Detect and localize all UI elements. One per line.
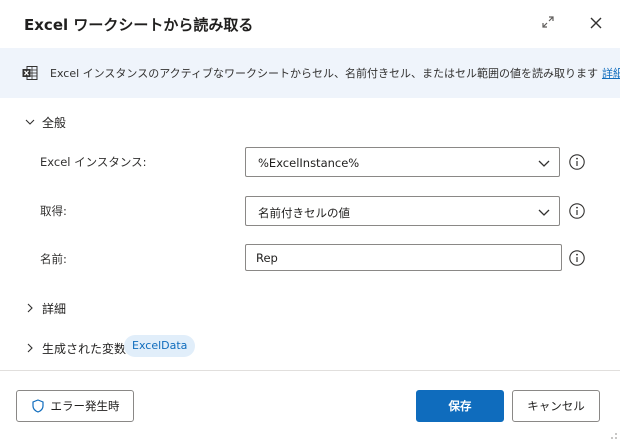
on-error-label: エラー発生時 bbox=[50, 399, 120, 413]
info-circle-icon[interactable] bbox=[568, 202, 586, 220]
info-circle-icon[interactable] bbox=[568, 153, 586, 171]
retrieve-select[interactable]: 名前付きセルの値 bbox=[245, 196, 560, 226]
excel-instance-label: Excel インスタンス: bbox=[40, 155, 147, 169]
expand-icon[interactable] bbox=[540, 14, 556, 30]
section-general-label: 全般 bbox=[42, 116, 67, 130]
section-variables-toggle[interactable]: 生成された変数 bbox=[24, 340, 126, 357]
dialog: Excel ワークシートから読み取る Excel インスタンスのアクティブなワー… bbox=[0, 0, 620, 442]
chevron-down-icon bbox=[538, 209, 550, 216]
name-label: 名前: bbox=[40, 252, 67, 266]
details-link[interactable]: 詳細 bbox=[602, 67, 620, 80]
description: Excel インスタンスのアクティブなワークシートからセル、名前付きセル、または… bbox=[50, 67, 598, 80]
excel-icon bbox=[22, 66, 38, 80]
excel-instance-value: %ExcelInstance% bbox=[258, 156, 360, 170]
shield-icon bbox=[31, 399, 44, 413]
on-error-button[interactable]: エラー発生時 bbox=[16, 390, 134, 422]
save-button[interactable]: 保存 bbox=[416, 390, 504, 422]
chevron-down-icon bbox=[25, 119, 35, 125]
close-icon[interactable] bbox=[587, 14, 605, 32]
info-circle-icon[interactable] bbox=[568, 249, 586, 267]
name-input[interactable] bbox=[245, 244, 562, 271]
chevron-right-icon bbox=[27, 343, 33, 353]
chevron-down-icon bbox=[538, 160, 550, 167]
footer-divider bbox=[0, 370, 620, 371]
variable-badge[interactable]: ExcelData bbox=[124, 335, 196, 357]
resize-grip-icon[interactable] bbox=[606, 428, 618, 440]
section-variables-label: 生成された変数 bbox=[42, 342, 127, 356]
chevron-right-icon bbox=[27, 303, 33, 313]
description-text: Excel インスタンスのアクティブなワークシートからセル、名前付きセル、または… bbox=[50, 65, 620, 81]
cancel-button[interactable]: キャンセル bbox=[512, 390, 600, 422]
info-bar: Excel インスタンスのアクティブなワークシートからセル、名前付きセル、または… bbox=[0, 48, 620, 98]
section-general-toggle[interactable]: 全般 bbox=[24, 114, 66, 131]
section-advanced-toggle[interactable]: 詳細 bbox=[24, 300, 66, 317]
section-advanced-label: 詳細 bbox=[42, 302, 67, 316]
excel-instance-select[interactable]: %ExcelInstance% bbox=[245, 147, 560, 177]
retrieve-label: 取得: bbox=[40, 204, 67, 218]
retrieve-value: 名前付きセルの値 bbox=[258, 206, 350, 220]
dialog-title: Excel ワークシートから読み取る bbox=[24, 16, 254, 34]
